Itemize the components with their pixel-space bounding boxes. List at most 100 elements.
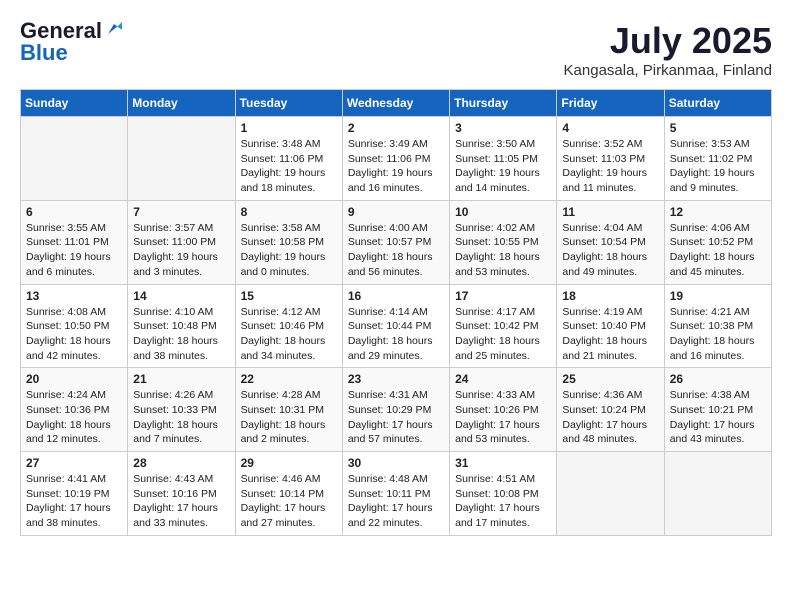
day-number: 2 (348, 121, 444, 135)
day-info: Sunrise: 4:33 AM Sunset: 10:26 PM Daylig… (455, 388, 551, 447)
day-info: Sunrise: 3:55 AM Sunset: 11:01 PM Daylig… (26, 221, 122, 280)
calendar-cell: 29 Sunrise: 4:46 AM Sunset: 10:14 PM Dayl… (235, 452, 342, 536)
calendar-cell: 16Sunrise: 4:14 AM Sunset: 10:44 PM Dayl… (342, 284, 449, 368)
day-info: Sunrise: 4:31 AM Sunset: 10:29 PM Daylig… (348, 388, 444, 447)
day-number: 13 (26, 289, 122, 303)
logo-blue-text: Blue (20, 42, 68, 64)
calendar-header-row: SundayMondayTuesdayWednesdayThursdayFrid… (21, 90, 772, 117)
calendar-cell: 23Sunrise: 4:31 AM Sunset: 10:29 PM Dayl… (342, 368, 449, 452)
calendar-cell: 5 Sunrise: 3:53 AM Sunset: 11:02 PM Dayli… (664, 117, 771, 201)
day-number: 24 (455, 372, 551, 386)
calendar-cell: 1 Sunrise: 3:48 AM Sunset: 11:06 PM Dayli… (235, 117, 342, 201)
calendar-cell: 10Sunrise: 4:02 AM Sunset: 10:55 PM Dayl… (450, 200, 557, 284)
calendar-week-row: 1 Sunrise: 3:48 AM Sunset: 11:06 PM Dayli… (21, 117, 772, 201)
day-info: Sunrise: 4:08 AM Sunset: 10:50 PM Daylig… (26, 305, 122, 364)
calendar-cell: 14 Sunrise: 4:10 AM Sunset: 10:48 PM Dayl… (128, 284, 235, 368)
calendar-day-header: Monday (128, 90, 235, 117)
logo: General Blue (20, 20, 122, 64)
calendar-cell: 15Sunrise: 4:12 AM Sunset: 10:46 PM Dayl… (235, 284, 342, 368)
calendar-cell: 11 Sunrise: 4:04 AM Sunset: 10:54 PM Dayl… (557, 200, 664, 284)
calendar-week-row: 13 Sunrise: 4:08 AM Sunset: 10:50 PM Dayl… (21, 284, 772, 368)
day-number: 9 (348, 205, 444, 219)
calendar-cell: 8 Sunrise: 3:58 AM Sunset: 10:58 PM Dayli… (235, 200, 342, 284)
day-info: Sunrise: 4:06 AM Sunset: 10:52 PM Daylig… (670, 221, 766, 280)
calendar-day-header: Thursday (450, 90, 557, 117)
calendar-cell: 26 Sunrise: 4:38 AM Sunset: 10:21 PM Dayl… (664, 368, 771, 452)
day-info: Sunrise: 3:49 AM Sunset: 11:06 PM Daylig… (348, 137, 444, 196)
day-info: Sunrise: 3:53 AM Sunset: 11:02 PM Daylig… (670, 137, 766, 196)
calendar-cell: 4 Sunrise: 3:52 AM Sunset: 11:03 PM Dayli… (557, 117, 664, 201)
calendar-cell: 6 Sunrise: 3:55 AM Sunset: 11:01 PM Dayli… (21, 200, 128, 284)
calendar-cell: 19 Sunrise: 4:21 AM Sunset: 10:38 PM Dayl… (664, 284, 771, 368)
calendar-cell: 7 Sunrise: 3:57 AM Sunset: 11:00 PM Dayli… (128, 200, 235, 284)
day-info: Sunrise: 4:28 AM Sunset: 10:31 PM Daylig… (241, 388, 337, 447)
day-number: 30 (348, 456, 444, 470)
calendar-cell: 22 Sunrise: 4:28 AM Sunset: 10:31 PM Dayl… (235, 368, 342, 452)
calendar-day-header: Friday (557, 90, 664, 117)
calendar-cell: 13 Sunrise: 4:08 AM Sunset: 10:50 PM Dayl… (21, 284, 128, 368)
day-info: Sunrise: 4:17 AM Sunset: 10:42 PM Daylig… (455, 305, 551, 364)
day-info: Sunrise: 4:14 AM Sunset: 10:44 PM Daylig… (348, 305, 444, 364)
calendar-day-header: Sunday (21, 90, 128, 117)
calendar-cell: 25Sunrise: 4:36 AM Sunset: 10:24 PM Dayl… (557, 368, 664, 452)
day-number: 7 (133, 205, 229, 219)
day-number: 12 (670, 205, 766, 219)
calendar-table: SundayMondayTuesdayWednesdayThursdayFrid… (20, 89, 772, 536)
day-info: Sunrise: 4:51 AM Sunset: 10:08 PM Daylig… (455, 472, 551, 531)
day-info: Sunrise: 4:10 AM Sunset: 10:48 PM Daylig… (133, 305, 229, 364)
calendar-cell: 3 Sunrise: 3:50 AM Sunset: 11:05 PM Dayli… (450, 117, 557, 201)
day-info: Sunrise: 4:24 AM Sunset: 10:36 PM Daylig… (26, 388, 122, 447)
calendar-day-header: Tuesday (235, 90, 342, 117)
day-info: Sunrise: 4:36 AM Sunset: 10:24 PM Daylig… (562, 388, 658, 447)
day-info: Sunrise: 4:41 AM Sunset: 10:19 PM Daylig… (26, 472, 122, 531)
calendar-cell (557, 452, 664, 536)
calendar-week-row: 27Sunrise: 4:41 AM Sunset: 10:19 PM Dayl… (21, 452, 772, 536)
page-header: General Blue July 2025 Kangasala, Pirkan… (20, 20, 772, 79)
day-number: 6 (26, 205, 122, 219)
day-info: Sunrise: 4:43 AM Sunset: 10:16 PM Daylig… (133, 472, 229, 531)
day-number: 8 (241, 205, 337, 219)
calendar-cell (664, 452, 771, 536)
calendar-cell: 18 Sunrise: 4:19 AM Sunset: 10:40 PM Dayl… (557, 284, 664, 368)
day-info: Sunrise: 4:26 AM Sunset: 10:33 PM Daylig… (133, 388, 229, 447)
day-number: 3 (455, 121, 551, 135)
day-number: 26 (670, 372, 766, 386)
day-number: 22 (241, 372, 337, 386)
calendar-cell: 21Sunrise: 4:26 AM Sunset: 10:33 PM Dayl… (128, 368, 235, 452)
calendar-day-header: Saturday (664, 90, 771, 117)
day-number: 15 (241, 289, 337, 303)
day-number: 31 (455, 456, 551, 470)
day-number: 11 (562, 205, 658, 219)
day-info: Sunrise: 4:46 AM Sunset: 10:14 PM Daylig… (241, 472, 337, 531)
day-number: 10 (455, 205, 551, 219)
day-info: Sunrise: 3:48 AM Sunset: 11:06 PM Daylig… (241, 137, 337, 196)
day-number: 28 (133, 456, 229, 470)
day-info: Sunrise: 4:38 AM Sunset: 10:21 PM Daylig… (670, 388, 766, 447)
day-info: Sunrise: 3:58 AM Sunset: 10:58 PM Daylig… (241, 221, 337, 280)
calendar-cell: 31 Sunrise: 4:51 AM Sunset: 10:08 PM Dayl… (450, 452, 557, 536)
calendar-cell: 17Sunrise: 4:17 AM Sunset: 10:42 PM Dayl… (450, 284, 557, 368)
day-number: 19 (670, 289, 766, 303)
day-info: Sunrise: 4:21 AM Sunset: 10:38 PM Daylig… (670, 305, 766, 364)
day-info: Sunrise: 4:04 AM Sunset: 10:54 PM Daylig… (562, 221, 658, 280)
day-number: 1 (241, 121, 337, 135)
day-number: 29 (241, 456, 337, 470)
calendar-cell: 20Sunrise: 4:24 AM Sunset: 10:36 PM Dayl… (21, 368, 128, 452)
month-year-title: July 2025 (564, 20, 772, 62)
day-number: 5 (670, 121, 766, 135)
day-number: 14 (133, 289, 229, 303)
calendar-cell: 12 Sunrise: 4:06 AM Sunset: 10:52 PM Dayl… (664, 200, 771, 284)
calendar-cell: 28 Sunrise: 4:43 AM Sunset: 10:16 PM Dayl… (128, 452, 235, 536)
day-number: 18 (562, 289, 658, 303)
day-info: Sunrise: 4:19 AM Sunset: 10:40 PM Daylig… (562, 305, 658, 364)
calendar-cell (128, 117, 235, 201)
day-info: Sunrise: 3:52 AM Sunset: 11:03 PM Daylig… (562, 137, 658, 196)
day-info: Sunrise: 4:00 AM Sunset: 10:57 PM Daylig… (348, 221, 444, 280)
day-info: Sunrise: 3:57 AM Sunset: 11:00 PM Daylig… (133, 221, 229, 280)
location-text: Kangasala, Pirkanmaa, Finland (564, 62, 772, 79)
day-number: 4 (562, 121, 658, 135)
calendar-cell: 24 Sunrise: 4:33 AM Sunset: 10:26 PM Dayl… (450, 368, 557, 452)
day-info: Sunrise: 3:50 AM Sunset: 11:05 PM Daylig… (455, 137, 551, 196)
calendar-week-row: 6 Sunrise: 3:55 AM Sunset: 11:01 PM Dayli… (21, 200, 772, 284)
calendar-cell (21, 117, 128, 201)
